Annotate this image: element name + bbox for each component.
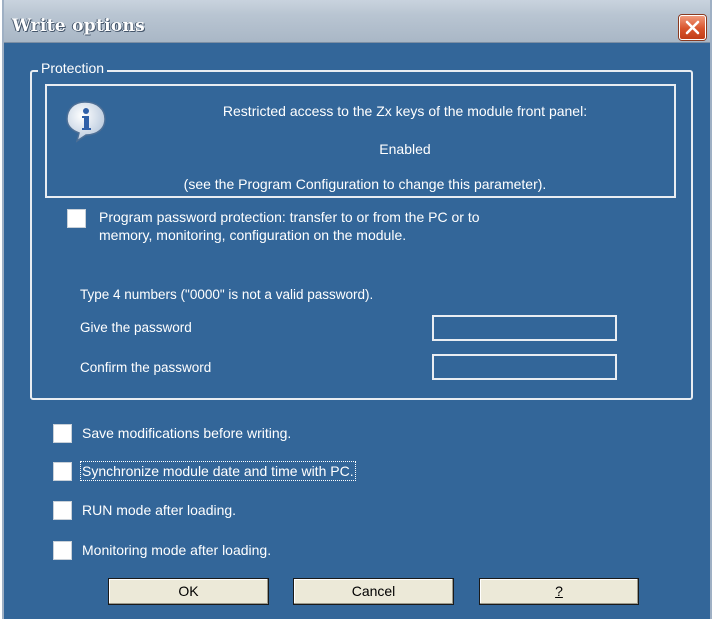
password-protection-label-line-2: memory, monitoring, configuration on the… — [99, 227, 407, 243]
help-button-label: ? — [555, 583, 563, 599]
window-title: Write options — [12, 16, 146, 36]
password-protection-checkbox[interactable] — [67, 209, 86, 228]
save-modifications-checkbox[interactable] — [53, 424, 72, 443]
confirm-password-input[interactable] — [432, 354, 617, 380]
password-instruction: Type 4 numbers ("0000" is not a valid pa… — [80, 287, 374, 302]
info-text-line-1: Restricted access to the Zx keys of the … — [222, 103, 588, 119]
cancel-button[interactable]: Cancel — [293, 578, 454, 605]
save-modifications-label: Save modifications before writing. — [82, 425, 292, 441]
info-icon — [66, 101, 106, 143]
run-mode-checkbox[interactable] — [53, 501, 72, 520]
info-text-status: Enabled — [379, 141, 431, 157]
confirm-password-label: Confirm the password — [80, 360, 212, 375]
synchronize-date-checkbox[interactable] — [53, 462, 72, 481]
close-icon — [685, 20, 700, 35]
ok-button[interactable]: OK — [108, 578, 269, 605]
give-password-label: Give the password — [80, 320, 192, 335]
monitoring-mode-checkbox[interactable] — [53, 541, 72, 560]
synchronize-date-label: Synchronize module date and time with PC… — [80, 461, 356, 481]
help-button[interactable]: ? — [479, 578, 639, 605]
monitoring-mode-label: Monitoring mode after loading. — [82, 542, 272, 558]
title-bar[interactable]: Write options — [4, 0, 710, 43]
run-mode-label: RUN mode after loading. — [82, 502, 237, 518]
info-text-line-3: (see the Program Configuration to change… — [183, 176, 547, 192]
give-password-input[interactable] — [432, 315, 617, 341]
password-protection-label-line-1: Program password protection: transfer to… — [99, 209, 480, 225]
protection-group-label: Protection — [38, 60, 108, 76]
close-button[interactable] — [679, 15, 706, 40]
